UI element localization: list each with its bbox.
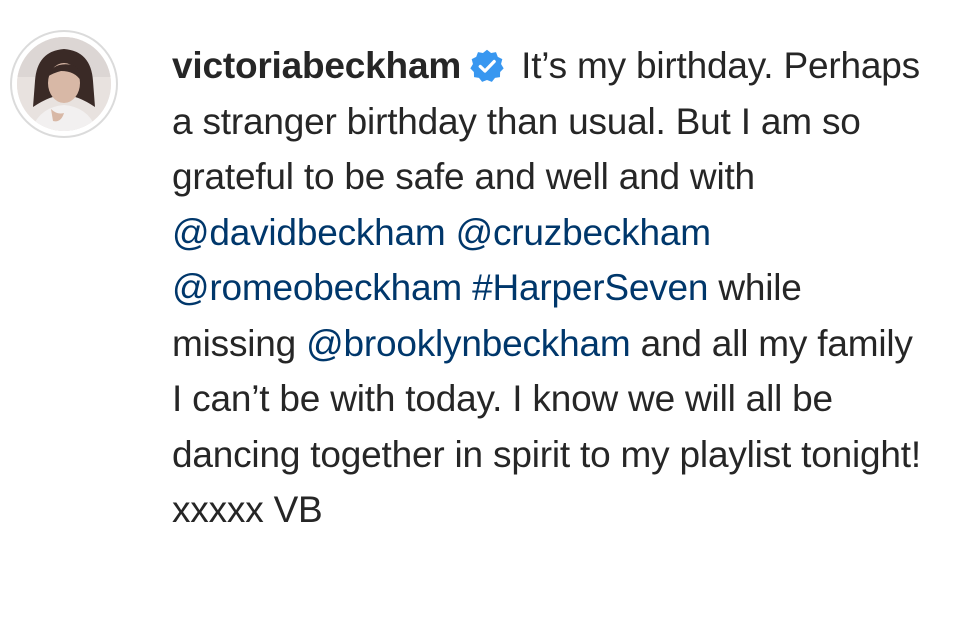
instagram-caption: victoriabeckham It’s my birthday. Perhap… — [0, 0, 962, 628]
mention-link[interactable]: @romeobeckham — [172, 267, 462, 308]
mention-link[interactable]: @cruzbeckham — [456, 212, 711, 253]
verified-badge-icon — [469, 44, 505, 82]
username-link[interactable]: victoriabeckham — [172, 45, 461, 86]
profile-avatar[interactable] — [10, 30, 118, 138]
post-caption: victoriabeckham It’s my birthday. Perhap… — [172, 38, 932, 538]
avatar-image — [17, 37, 111, 131]
hashtag-link[interactable]: #HarperSeven — [472, 267, 708, 308]
mention-link[interactable]: @davidbeckham — [172, 212, 446, 253]
mention-link[interactable]: @brooklynbeckham — [306, 323, 631, 364]
